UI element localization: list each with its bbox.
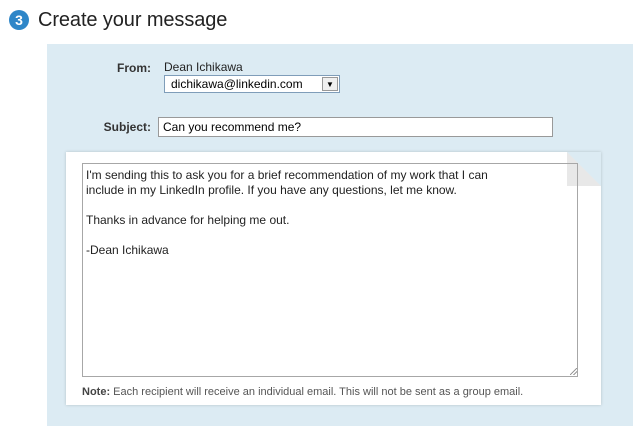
message-card: I'm sending this to ask you for a brief … [66,152,601,405]
from-email-value: dichikawa@linkedin.com [171,77,303,91]
note-label: Note: [82,386,111,398]
message-textarea[interactable]: I'm sending this to ask you for a brief … [82,163,578,377]
step-header: 3 Create your message [9,8,227,32]
step-number-badge: 3 [9,10,29,30]
subject-input[interactable]: Can you recommend me? [158,117,553,137]
note-text: Each recipient will receive an individua… [110,386,524,398]
subject-label: Subject: [103,120,151,134]
step-title: Create your message [38,8,228,31]
recipient-note: Note: Each recipient will receive an ind… [82,386,523,398]
sender-name: Dean Ichikawa [164,60,243,74]
message-form-panel: From: Dean Ichikawa dichikawa@linkedin.c… [47,44,633,426]
dropdown-arrow-icon[interactable]: ▼ [322,77,338,91]
from-label: From: [117,61,151,75]
resize-grip-icon[interactable] [570,368,577,375]
from-email-select[interactable]: dichikawa@linkedin.com ▼ [164,75,340,93]
